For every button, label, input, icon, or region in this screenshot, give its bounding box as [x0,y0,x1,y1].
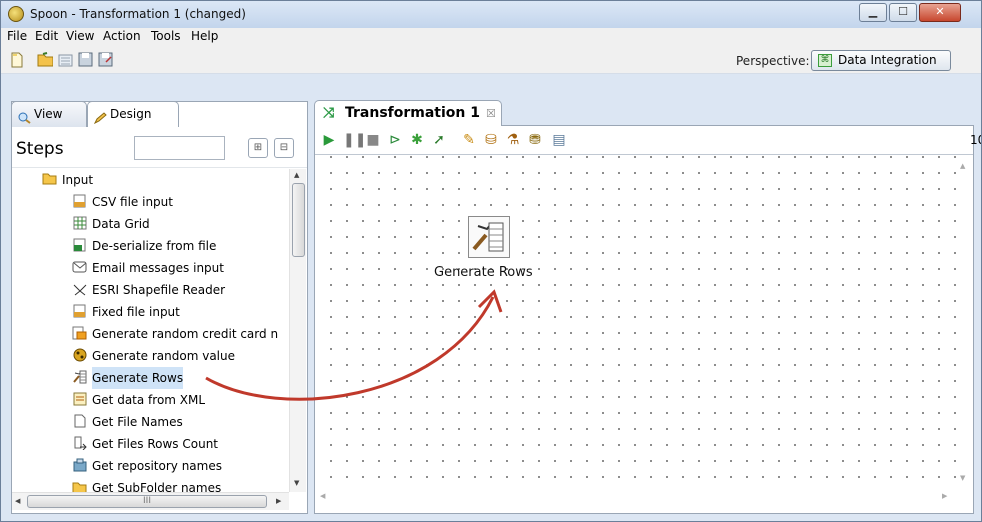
status-bar [1,514,981,521]
drag-arrow-annotation [205,289,503,401]
spoon-window: Spoon - Transformation 1 (changed) ▁ ☐ ✕… [0,0,982,522]
